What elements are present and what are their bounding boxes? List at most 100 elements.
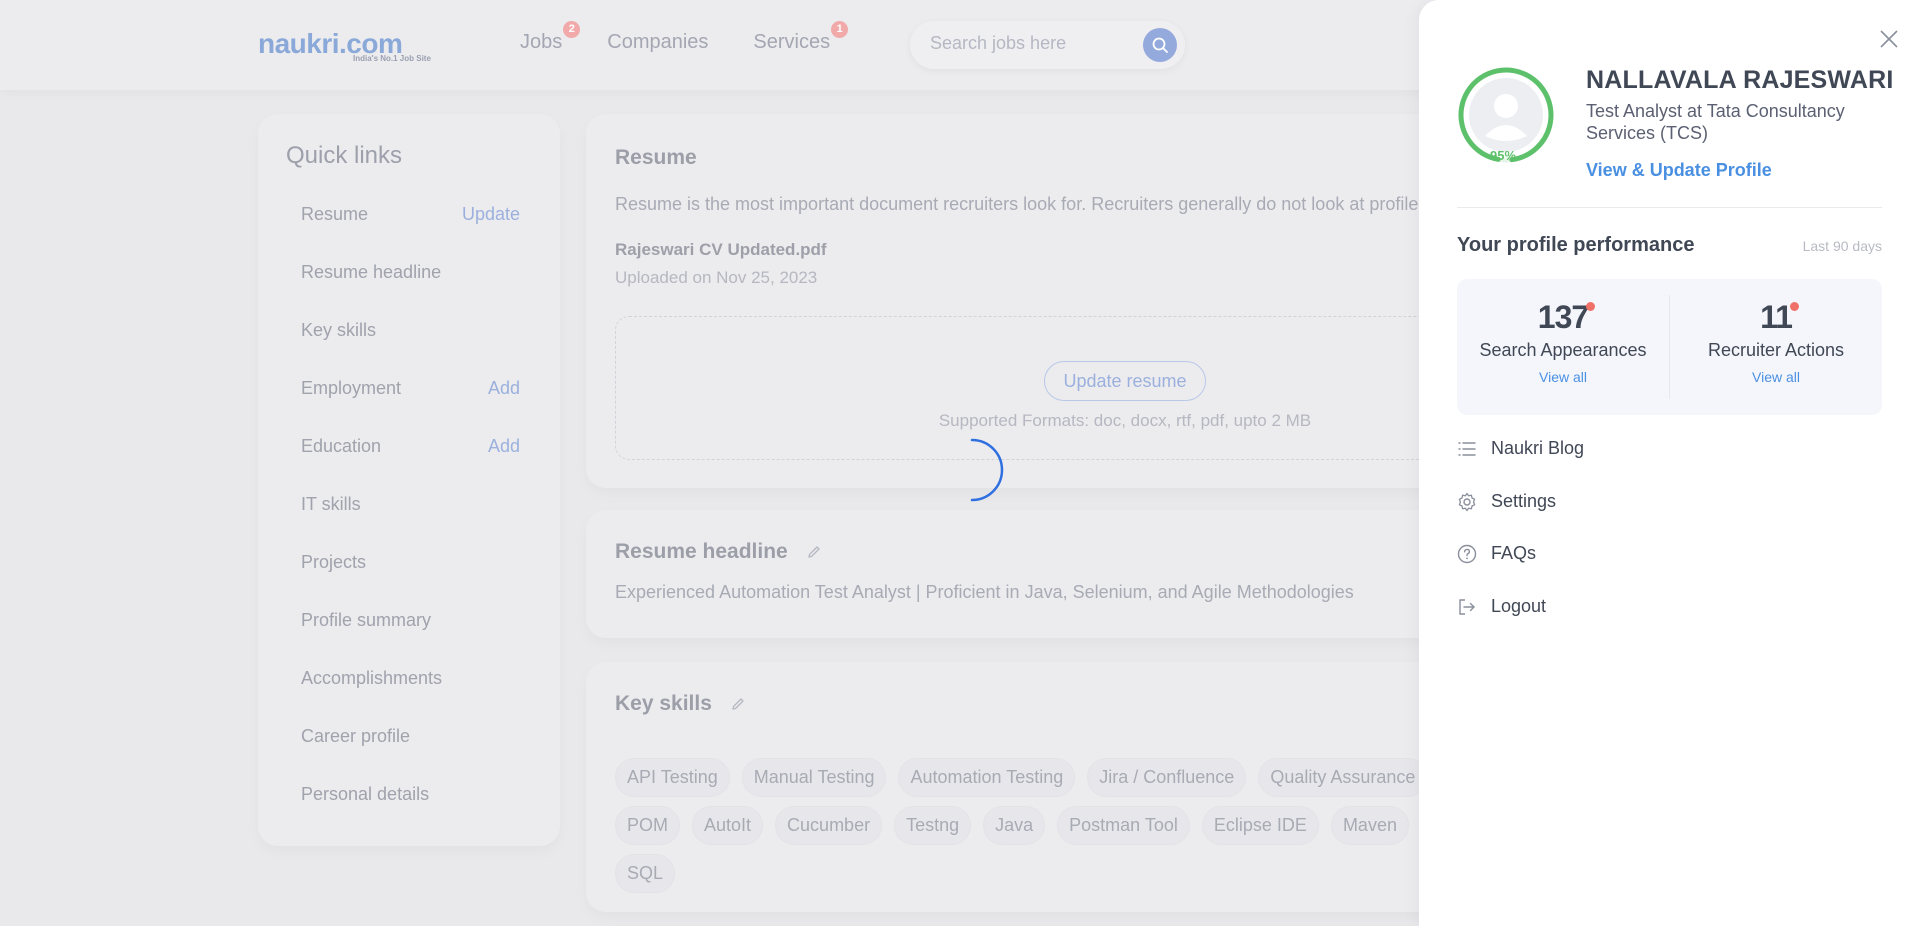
profile-performance-title: Your profile performance (1457, 234, 1695, 256)
recruiter-actions-view-all[interactable]: View all (1670, 369, 1882, 385)
stat-value: 11 (1760, 299, 1793, 335)
new-indicator-dot (1789, 302, 1799, 311)
quick-link-label: Personal details (301, 784, 430, 804)
close-icon[interactable] (1878, 28, 1900, 50)
resume-upload-date: Uploaded on Nov 25, 2023 (615, 268, 818, 287)
quick-link-education-add[interactable]: Add (488, 436, 520, 457)
quick-link-career-profile[interactable]: Career profile (301, 726, 520, 747)
search-button[interactable] (1143, 28, 1177, 62)
recruiter-actions-count: 11 (1760, 299, 1799, 336)
profile-performance-stats: 137 Search Appearances View all 11 Recru… (1457, 279, 1882, 415)
nav-jobs-badge: 2 (563, 21, 581, 38)
quick-link-personal-details[interactable]: Personal details (301, 784, 520, 805)
resume-description: Resume is the most important document re… (615, 194, 1428, 214)
menu-item-label: FAQs (1491, 543, 1537, 563)
nav-companies[interactable]: Companies (607, 31, 708, 54)
quick-link-resume[interactable]: Resume Update (301, 204, 520, 225)
profile-drawer: 95% NALLAVALA RAJESWARI Test Analyst at … (1419, 0, 1920, 926)
new-indicator-dot (1586, 302, 1596, 311)
resume-headline-title-text: Resume headline (615, 540, 788, 563)
profile-completion-percent: 95% (1490, 148, 1517, 163)
nav-jobs-label: Jobs (520, 31, 563, 53)
profile-name: NALLAVALA RAJESWARI (1586, 66, 1894, 94)
quick-link-label: Education (301, 436, 382, 456)
quick-link-employment[interactable]: Employment Add (301, 378, 520, 399)
drawer-divider (1457, 207, 1882, 208)
skill-chip: Java (983, 806, 1046, 845)
profile-role: Test Analyst at Tata Consultancy Service… (1586, 101, 1845, 143)
resume-headline-text: Experienced Automation Test Analyst | Pr… (615, 582, 1354, 602)
quick-link-education[interactable]: Education Add (301, 436, 520, 457)
nav-services-badge: 1 (831, 21, 849, 38)
menu-item-settings[interactable]: Settings (1457, 491, 1556, 512)
menu-item-naukri-blog[interactable]: Naukri Blog (1457, 438, 1584, 459)
edit-pencil-icon[interactable] (806, 544, 822, 560)
skill-chip-row: SQL (615, 854, 676, 893)
loading-spinner (970, 438, 1004, 502)
resume-headline-title: Resume headline (615, 540, 822, 564)
key-skills-title-text: Key skills (615, 692, 712, 715)
quick-link-resume-headline[interactable]: Resume headline (301, 262, 520, 283)
quick-link-label: Employment (301, 378, 402, 398)
view-update-profile-link[interactable]: View & Update Profile (1586, 160, 1772, 181)
recruiter-actions-stat: 11 Recruiter Actions View all (1670, 279, 1882, 415)
search-appearances-view-all[interactable]: View all (1457, 369, 1669, 385)
skill-chip-row: POM AutoIt Cucumber Testng Java Postman … (615, 806, 1464, 845)
nav-services[interactable]: Services 1 (753, 21, 849, 54)
quick-link-projects[interactable]: Projects (301, 552, 520, 573)
skill-chip: SQL (615, 854, 676, 893)
job-search-input[interactable] (930, 33, 1130, 54)
skill-chip: Quality Assurance (1258, 758, 1428, 797)
quick-link-it-skills[interactable]: IT skills (301, 494, 520, 515)
search-appearances-label: Search Appearances (1479, 340, 1647, 360)
skill-chip: Automation Testing (898, 758, 1076, 797)
quick-link-key-skills[interactable]: Key skills (301, 320, 520, 341)
quick-link-label: Accomplishments (301, 668, 443, 688)
skill-chip: Jira / Confluence (1087, 758, 1247, 797)
quick-links-panel: Quick links Resume Update Resume headline… (258, 114, 560, 846)
quick-link-employment-add[interactable]: Add (488, 378, 520, 399)
menu-item-faqs[interactable]: FAQs (1457, 543, 1536, 564)
resume-upload-area[interactable]: Update resume Supported Formats: doc, do… (615, 316, 1545, 460)
quick-link-resume-update[interactable]: Update (462, 204, 520, 225)
search-appearances-count: 137 (1538, 299, 1596, 336)
search-appearances-stat: 137 Search Appearances View all (1457, 279, 1669, 415)
skill-chip: Eclipse IDE (1201, 806, 1319, 845)
recruiter-actions-label: Recruiter Actions (1707, 340, 1845, 360)
quick-link-label: Resume headline (301, 262, 442, 282)
resume-headline-card: Resume headline Experienced Automation T… (586, 510, 1546, 638)
quick-link-label: Career profile (301, 726, 411, 746)
edit-pencil-icon[interactable] (730, 696, 746, 712)
quick-link-label: Resume (301, 204, 369, 224)
logout-icon (1459, 598, 1475, 615)
update-resume-button[interactable]: Update resume (1044, 361, 1206, 401)
gear-icon (1458, 492, 1476, 511)
skill-chip: Manual Testing (741, 758, 887, 797)
resume-card: Resume Resume is the most important docu… (586, 114, 1546, 488)
logo-tagline: India's No.1 Job Site (353, 54, 431, 63)
quick-link-profile-summary[interactable]: Profile summary (301, 610, 520, 631)
quick-link-accomplishments[interactable]: Accomplishments (301, 668, 520, 689)
skill-chip: AutoIt (692, 806, 764, 845)
quick-link-label: Profile summary (301, 610, 432, 630)
naukri-logo[interactable]: naukri.com India's No.1 Job Site (258, 26, 448, 66)
menu-item-logout[interactable]: Logout (1457, 596, 1546, 617)
skill-chip: POM (615, 806, 681, 845)
key-skills-title: Key skills (615, 692, 746, 716)
quick-link-label: Projects (301, 552, 367, 572)
menu-item-label: Settings (1491, 491, 1557, 511)
quick-links-title: Quick links (286, 142, 403, 169)
menu-item-label: Naukri Blog (1491, 438, 1585, 458)
skill-chip: Postman Tool (1057, 806, 1190, 845)
search-icon (1152, 37, 1168, 53)
resume-title: Resume (615, 146, 697, 169)
quick-link-label: IT skills (301, 494, 361, 514)
skill-chip: Maven (1330, 806, 1409, 845)
skill-chip: Testng (894, 806, 972, 845)
skill-chip: Cucumber (775, 806, 883, 845)
main-nav: Jobs 2 Companies Services 1 (520, 21, 849, 54)
resume-file-name: Rajeswari CV Updated.pdf (615, 240, 827, 259)
quick-link-label: Key skills (301, 320, 377, 340)
nav-jobs[interactable]: Jobs 2 (520, 21, 581, 54)
profile-performance-range: Last 90 days (1802, 238, 1882, 254)
